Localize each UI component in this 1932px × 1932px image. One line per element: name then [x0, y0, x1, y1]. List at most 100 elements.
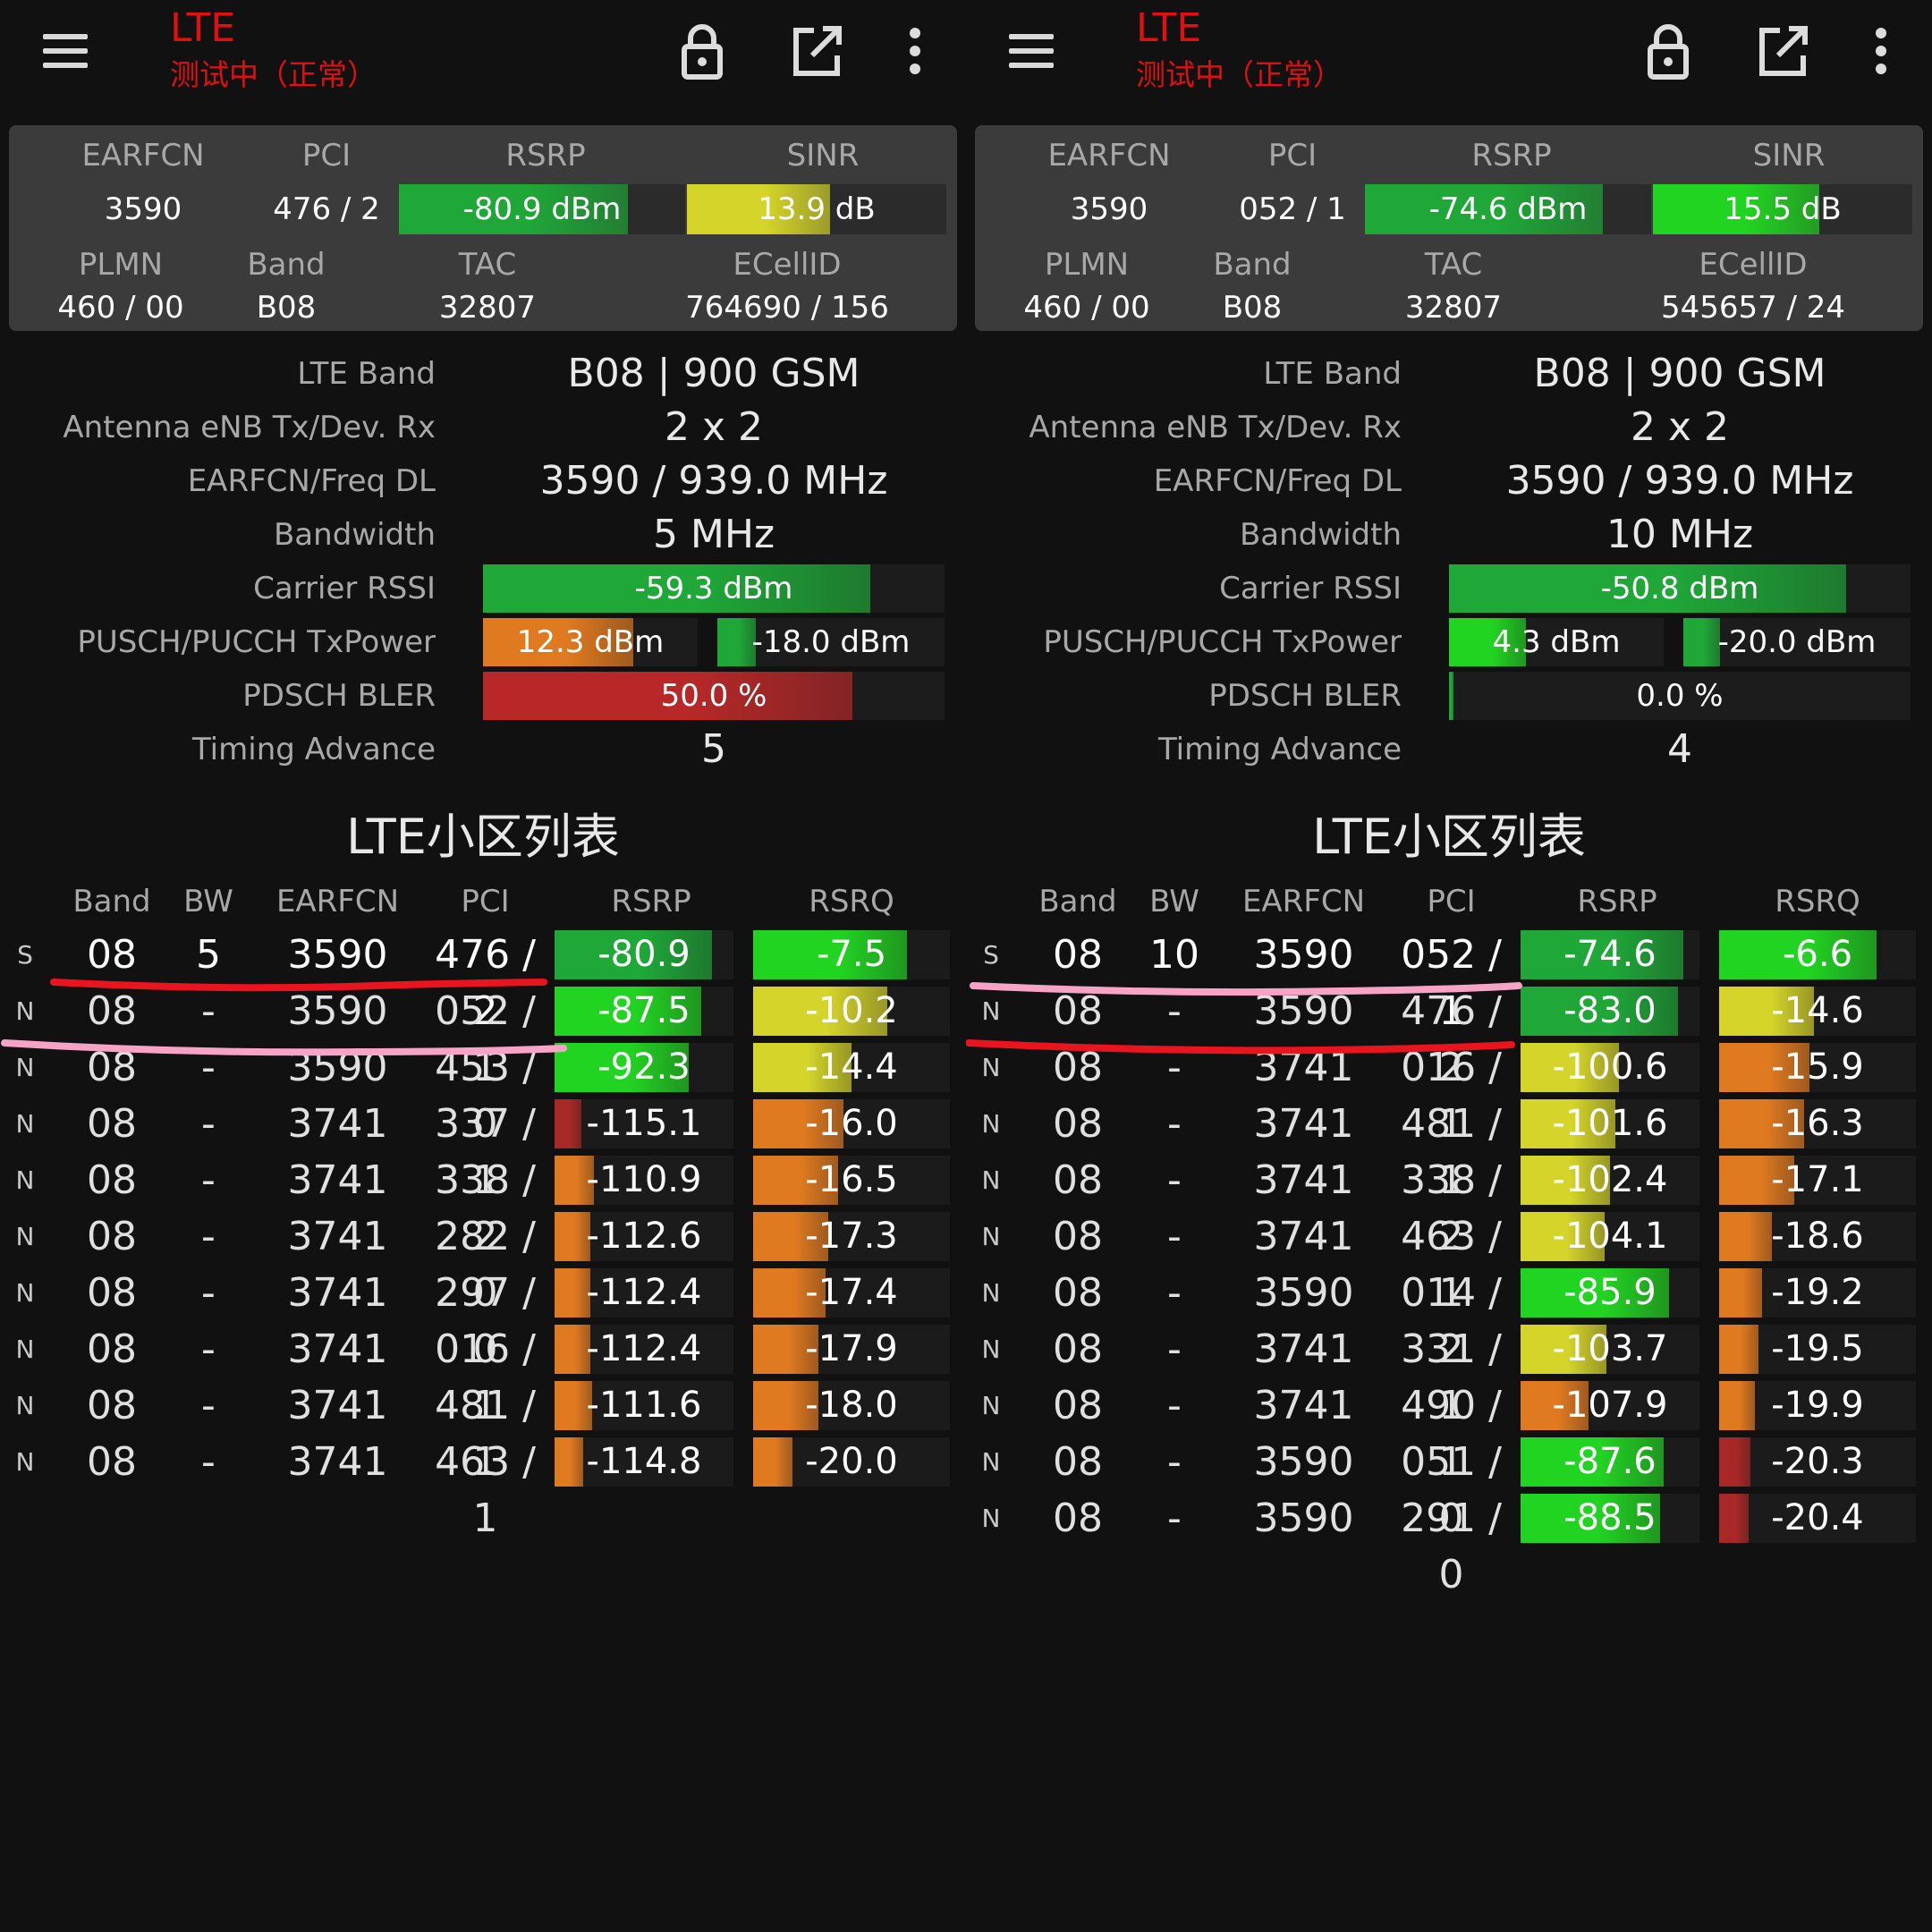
- cell-rsrq: -7.5: [816, 934, 887, 975]
- cell-band: 08: [1053, 1045, 1103, 1090]
- lock-icon[interactable]: [671, 20, 733, 82]
- cell-rsrp-bar: -107.9: [1521, 1381, 1699, 1430]
- cell-rsrp: -110.9: [586, 1159, 702, 1200]
- cell-rsrq: -17.4: [805, 1272, 898, 1313]
- cell-rsrq: -19.5: [1771, 1328, 1864, 1369]
- cell-rsrq: -15.9: [1771, 1046, 1864, 1088]
- sinr-header: SINR: [786, 138, 860, 174]
- serving-cell-summary: EARFCN PCI RSRP SINR 3590 476 / 2 -80.9 …: [9, 125, 957, 331]
- ecellid-value: 764690 / 156: [685, 290, 889, 326]
- more-vert-icon[interactable]: [884, 20, 946, 82]
- cell-rsrq: -14.4: [805, 1046, 898, 1088]
- cell-rsrq: -10.2: [805, 990, 898, 1031]
- cell-bw: -: [1167, 1326, 1182, 1372]
- cell-rsrp-bar: -100.6: [1521, 1043, 1699, 1092]
- antenna-value: 2 x 2: [1631, 404, 1729, 450]
- cell-rsrp: -85.9: [1563, 1272, 1657, 1313]
- cell-rsrp-bar: -102.4: [1521, 1156, 1699, 1205]
- table-row: N 08-3741 463 / 1 -104.1 -18.6: [966, 1208, 1932, 1316]
- cell-earfcn: 3741: [287, 1214, 388, 1259]
- cell-rsrq-bar: -7.5: [753, 930, 950, 979]
- tac-value: 32807: [1404, 290, 1503, 326]
- cell-rsrq: -20.0: [805, 1441, 898, 1482]
- cell-bw: -: [1167, 1157, 1182, 1203]
- cell-earfcn: 3590: [1253, 932, 1354, 978]
- cell-rsrq-bar: -10.2: [753, 987, 950, 1036]
- col-rsrp-header: RSRP: [1577, 884, 1657, 919]
- cell-rsrp: -88.5: [1563, 1497, 1657, 1538]
- cell-rsrp: -107.9: [1552, 1385, 1668, 1426]
- cell-rsrp: -87.6: [1563, 1441, 1657, 1482]
- cell-type: N: [981, 1391, 1001, 1420]
- cell-earfcn: 3590: [1253, 988, 1354, 1034]
- cell-band: 08: [87, 1383, 137, 1428]
- cell-band: 08: [1053, 932, 1103, 978]
- cell-band: 08: [1053, 1496, 1103, 1541]
- sinr-bar: 15.5 dB: [1653, 184, 1912, 234]
- cell-rsrq-bar: -20.3: [1719, 1437, 1916, 1487]
- menu-icon[interactable]: [39, 30, 91, 72]
- plmn-header: PLMN: [78, 247, 164, 283]
- cell-rsrp-bar: -88.5: [1521, 1494, 1699, 1543]
- bandwidth-value: 10 MHz: [1606, 512, 1754, 557]
- cell-list-title: LTE小区列表: [1312, 809, 1586, 865]
- table-row: N 08-3590 453 / 0 -92.3 -14.4: [0, 1039, 966, 1147]
- bandwidth-label: Bandwidth: [1239, 517, 1402, 553]
- cell-type: N: [15, 1335, 35, 1364]
- cell-band: 08: [1053, 1439, 1103, 1485]
- cell-bw: -: [201, 988, 216, 1034]
- sinr-header: SINR: [1752, 138, 1826, 174]
- table-row: N 08-3741 297 / 0 -112.4 -17.4: [0, 1265, 966, 1372]
- cell-rsrp: -102.4: [1552, 1159, 1668, 1200]
- pucch-value: -18.0 dBm: [751, 624, 911, 660]
- plmn-header: PLMN: [1044, 247, 1130, 283]
- cell-band: 08: [1053, 1326, 1103, 1372]
- cell-rsrp: -115.1: [586, 1103, 702, 1144]
- bler-bar: 0.0 %: [1449, 672, 1911, 720]
- toolbar: LTE 测试中（正常）: [0, 0, 966, 116]
- cell-earfcn: 3741: [1253, 1383, 1354, 1428]
- bler-label: PDSCH BLER: [1208, 678, 1402, 714]
- pusch-bar: 12.3 dBm: [483, 618, 698, 666]
- open-external-icon[interactable]: [1751, 20, 1814, 82]
- more-vert-icon[interactable]: [1850, 20, 1912, 82]
- cell-earfcn: 3741: [1253, 1326, 1354, 1372]
- band-value: B08: [256, 290, 317, 326]
- cell-earfcn: 3590: [287, 932, 388, 978]
- cell-rsrq-bar: -19.5: [1719, 1325, 1916, 1374]
- tac-header: TAC: [458, 247, 517, 283]
- cell-type: N: [15, 1165, 35, 1195]
- test-status: 测试中（正常）: [1136, 57, 1343, 92]
- cell-type: N: [15, 996, 35, 1026]
- lte-band-label: LTE Band: [1263, 356, 1402, 392]
- cell-type: N: [15, 1109, 35, 1139]
- cell-type: S: [17, 940, 33, 970]
- cell-rsrp: -103.7: [1552, 1328, 1668, 1369]
- cell-rsrq-bar: -20.4: [1719, 1494, 1916, 1543]
- table-row: N 08-3741 331 / 1 -103.7 -19.5: [966, 1321, 1932, 1428]
- cell-rsrq-bar: -14.4: [753, 1043, 950, 1092]
- cell-rsrq: -6.6: [1782, 934, 1853, 975]
- cell-rsrp: -92.3: [597, 1046, 691, 1088]
- earfcn-freq-value: 3590 / 939.0 MHz: [1505, 458, 1854, 504]
- bler-value: 0.0 %: [1636, 678, 1724, 714]
- cell-rsrp-bar: -87.6: [1521, 1437, 1699, 1487]
- cell-earfcn: 3741: [287, 1157, 388, 1203]
- col-rsrq-header: RSRQ: [1775, 884, 1860, 919]
- cell-rsrp-bar: -112.4: [555, 1268, 733, 1318]
- rsrp-header: RSRP: [505, 138, 586, 174]
- lock-icon[interactable]: [1637, 20, 1699, 82]
- cell-bw: -: [201, 1101, 216, 1147]
- cell-rsrq-bar: -16.0: [753, 1099, 950, 1148]
- pusch-bar: 4.3 dBm: [1449, 618, 1664, 666]
- bler-value: 50.0 %: [660, 678, 767, 714]
- cell-bw: -: [201, 1326, 216, 1372]
- ta-value: 5: [701, 726, 726, 772]
- cell-rsrp-bar: -114.8: [555, 1437, 733, 1487]
- col-pci-header: PCI: [461, 884, 510, 919]
- table-row: N 08-3741 016 / 1 -112.4 -17.9: [0, 1321, 966, 1428]
- open-external-icon[interactable]: [785, 20, 848, 82]
- col-bw-header: BW: [1149, 884, 1199, 919]
- menu-icon[interactable]: [1005, 30, 1057, 72]
- cell-earfcn: 3741: [287, 1383, 388, 1428]
